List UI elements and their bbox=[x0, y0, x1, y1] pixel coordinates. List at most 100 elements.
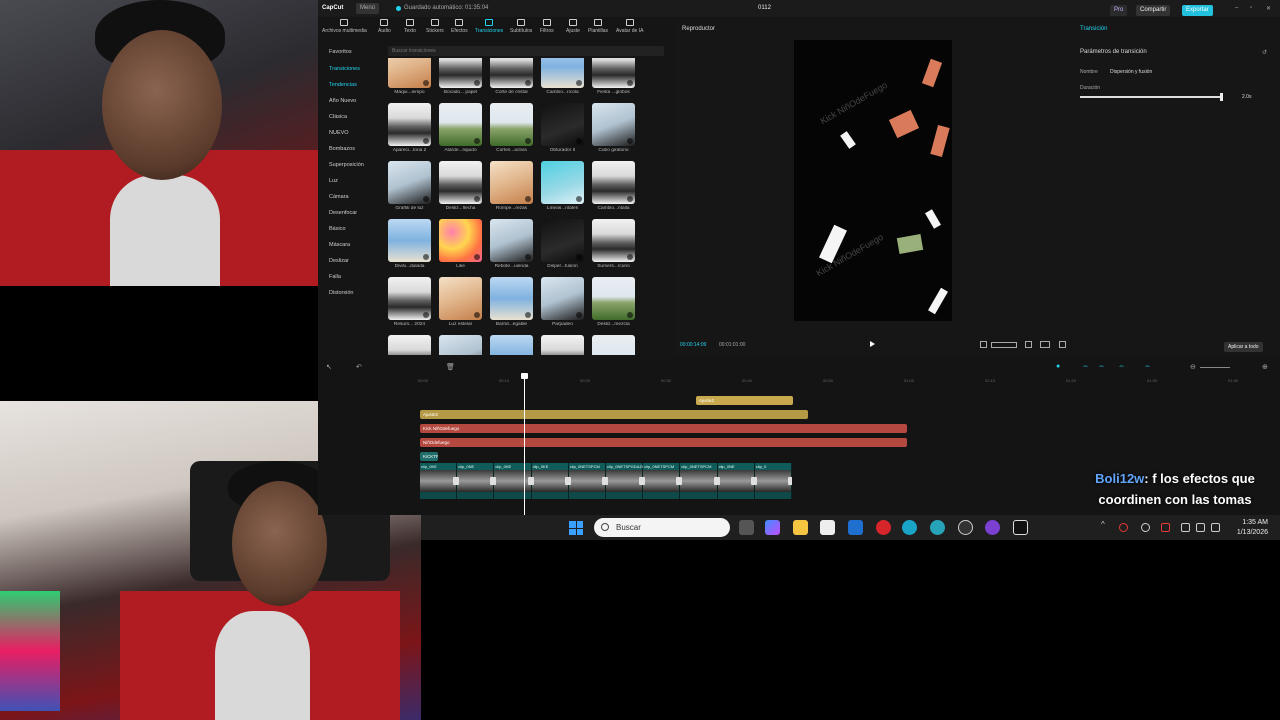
transition-thumbnail[interactable] bbox=[490, 335, 533, 355]
transition-thumbnail[interactable] bbox=[541, 277, 584, 320]
transition-marker-icon[interactable] bbox=[639, 477, 646, 485]
ratio-button[interactable] bbox=[991, 342, 1017, 348]
transition-marker-icon[interactable] bbox=[527, 477, 534, 485]
download-icon[interactable] bbox=[576, 196, 582, 202]
download-icon[interactable] bbox=[576, 254, 582, 260]
download-icon[interactable] bbox=[525, 312, 531, 318]
transition-thumbnail[interactable] bbox=[541, 335, 584, 355]
toolbar-avatar-button[interactable]: Avatar de IA bbox=[616, 19, 643, 34]
toolbar-subtitles-button[interactable]: Subtítulos bbox=[510, 19, 532, 34]
video-clip[interactable]: clip_0KE bbox=[494, 463, 534, 499]
preview-axis-icon[interactable]: ⇔ bbox=[1118, 363, 1125, 370]
tray-settings-icon[interactable] bbox=[1141, 523, 1150, 532]
transition-tile[interactable]: Obturador II bbox=[541, 103, 584, 159]
transition-thumbnail[interactable] bbox=[439, 58, 482, 88]
nav-item-15[interactable]: Distorsión bbox=[329, 290, 353, 296]
transition-thumbnail[interactable] bbox=[439, 103, 482, 146]
transition-tile[interactable]: Desliz...flecha bbox=[439, 161, 482, 217]
screenshot-icon[interactable] bbox=[1025, 341, 1032, 348]
transition-marker-icon[interactable] bbox=[453, 477, 460, 485]
transition-tile[interactable] bbox=[388, 335, 431, 355]
opera-icon[interactable] bbox=[876, 520, 891, 535]
tray-chevron-icon[interactable]: ^ bbox=[1101, 520, 1110, 529]
obs-icon[interactable] bbox=[958, 520, 973, 535]
video-clip[interactable]: clip_0NETSPCM bbox=[643, 463, 683, 499]
download-icon[interactable] bbox=[423, 138, 429, 144]
transition-tile[interactable]: Like bbox=[439, 219, 482, 275]
nav-item-11[interactable]: Básico bbox=[329, 226, 346, 232]
duration-slider-knob[interactable] bbox=[1220, 93, 1224, 101]
transition-tile[interactable]: Luz estelar bbox=[439, 277, 482, 333]
transition-tile[interactable]: Atarde...líquido bbox=[439, 103, 482, 159]
download-icon[interactable] bbox=[423, 254, 429, 260]
tray-app-icon[interactable] bbox=[1119, 523, 1128, 532]
nav-item-14[interactable]: Falla bbox=[329, 274, 341, 280]
apply-all-button[interactable]: Aplicar a todo bbox=[1224, 342, 1263, 352]
mic-icon[interactable]: ● bbox=[1056, 363, 1060, 370]
transition-tile[interactable]: Máqui...iempo bbox=[388, 58, 431, 101]
battery-icon[interactable] bbox=[1211, 523, 1220, 532]
section-title[interactable]: Parámetros de transición bbox=[1080, 49, 1147, 55]
transition-tile[interactable]: Corte de cristal bbox=[490, 58, 533, 101]
text-track-3[interactable]: KiCKTR bbox=[420, 452, 438, 461]
transition-thumbnail[interactable] bbox=[592, 103, 635, 146]
transition-thumbnail[interactable] bbox=[592, 161, 635, 204]
transition-tile[interactable]: Rompe...rezas bbox=[490, 161, 533, 217]
transition-thumbnail[interactable] bbox=[388, 103, 431, 146]
transition-thumbnail[interactable] bbox=[490, 219, 533, 262]
transition-thumbnail[interactable] bbox=[541, 161, 584, 204]
reset-icon[interactable]: ↺ bbox=[1262, 49, 1267, 56]
transition-thumbnail[interactable] bbox=[490, 277, 533, 320]
transition-thumbnail[interactable] bbox=[490, 58, 533, 88]
transition-thumbnail[interactable] bbox=[541, 58, 584, 88]
video-clip[interactable]: clip_0NE bbox=[457, 463, 497, 499]
transition-thumbnail[interactable] bbox=[592, 277, 635, 320]
nav-item-0[interactable]: Favoritos bbox=[329, 49, 352, 55]
share-button[interactable]: Compartir bbox=[1136, 5, 1171, 16]
download-icon[interactable] bbox=[525, 80, 531, 86]
transition-tile[interactable]: Líneas...ntales bbox=[541, 161, 584, 217]
toolbar-media-button[interactable]: Archivos multimedia bbox=[322, 19, 367, 34]
transition-thumbnail[interactable] bbox=[592, 335, 635, 355]
zoom-slider[interactable] bbox=[1200, 367, 1230, 368]
transition-thumbnail[interactable] bbox=[388, 58, 431, 88]
transition-tile[interactable]: Cambio...ntalla bbox=[592, 161, 635, 217]
download-icon[interactable] bbox=[627, 312, 633, 318]
transition-tile[interactable] bbox=[439, 335, 482, 355]
zoom-out-icon[interactable]: ⊖ bbox=[1190, 363, 1196, 371]
transition-tile[interactable]: Fiesta ...globos bbox=[592, 58, 635, 101]
download-icon[interactable] bbox=[576, 138, 582, 144]
download-icon[interactable] bbox=[525, 254, 531, 260]
video-clip[interactable]: clip_0NETSPCM bbox=[568, 463, 608, 499]
menu-button[interactable]: Menú bbox=[356, 3, 380, 14]
transition-marker-icon[interactable] bbox=[676, 477, 683, 485]
nav-item-13[interactable]: Deslizar bbox=[329, 258, 349, 264]
close-icon[interactable]: ✕ bbox=[1266, 5, 1271, 12]
transition-thumbnail[interactable] bbox=[490, 161, 533, 204]
download-icon[interactable] bbox=[627, 196, 633, 202]
transition-marker-icon[interactable] bbox=[564, 477, 571, 485]
outlook-icon[interactable] bbox=[848, 520, 863, 535]
toolbar-text-button[interactable]: Texto bbox=[404, 19, 416, 34]
split-icon[interactable]: ⇔ bbox=[1144, 363, 1151, 370]
toolbar-effects-button[interactable]: Efectos bbox=[451, 19, 468, 34]
nav-item-2[interactable]: Tendencias bbox=[329, 82, 357, 88]
export-button[interactable]: Exportar bbox=[1182, 5, 1213, 16]
toolbar-adjust-button[interactable]: Ajuste bbox=[566, 19, 580, 34]
download-icon[interactable] bbox=[525, 138, 531, 144]
transition-thumbnail[interactable] bbox=[439, 277, 482, 320]
toolbar-sticker-button[interactable]: Stickers bbox=[426, 19, 444, 34]
download-icon[interactable] bbox=[474, 254, 480, 260]
link-icon[interactable]: ⇔ bbox=[1082, 363, 1089, 370]
transition-marker-icon[interactable] bbox=[750, 477, 757, 485]
play-icon[interactable] bbox=[870, 341, 875, 347]
transition-tile[interactable]: Sumers...rcurio bbox=[592, 219, 635, 275]
edge-icon[interactable] bbox=[902, 520, 917, 535]
transition-tile[interactable]: Cambio...rícola bbox=[541, 58, 584, 101]
transition-thumbnail[interactable] bbox=[439, 161, 482, 204]
download-icon[interactable] bbox=[423, 196, 429, 202]
download-icon[interactable] bbox=[627, 254, 633, 260]
video-clip[interactable]: clip_0 bbox=[754, 463, 792, 499]
download-icon[interactable] bbox=[576, 312, 582, 318]
transition-tile[interactable]: Disper...fusión bbox=[541, 219, 584, 275]
